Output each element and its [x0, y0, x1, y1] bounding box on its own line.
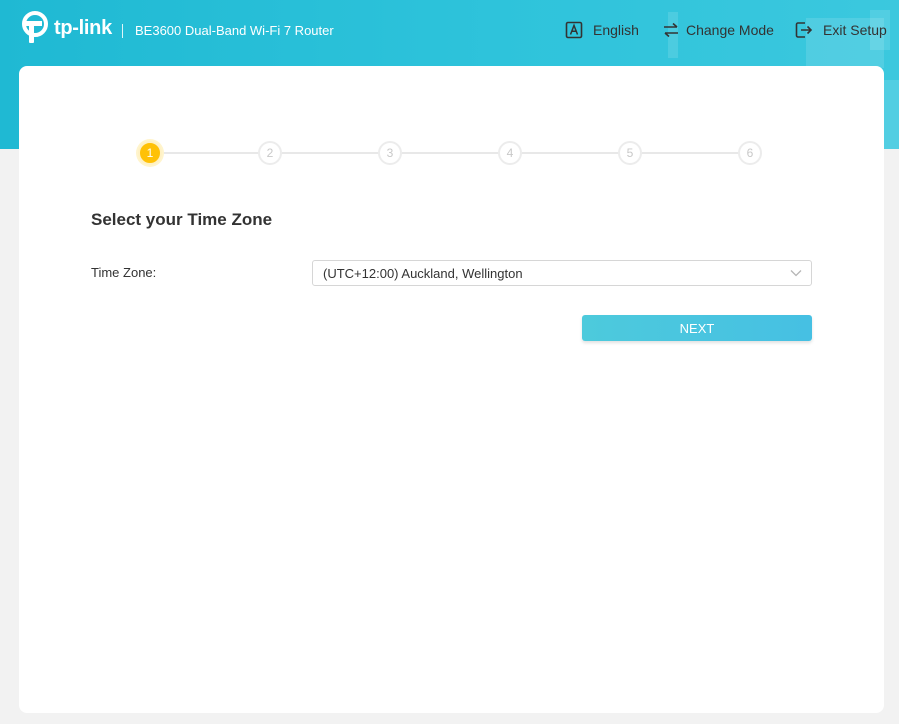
top-header: tp-link BE3600 Dual-Band Wi-Fi 7 Router … [0, 0, 899, 64]
step-6: 6 [738, 141, 762, 165]
exit-icon [795, 22, 813, 38]
step-connector [642, 152, 738, 154]
next-button[interactable]: NEXT [582, 315, 812, 341]
tp-link-logo-icon [22, 11, 48, 43]
language-icon [565, 21, 583, 39]
time-zone-value: (UTC+12:00) Auckland, Wellington [323, 265, 523, 281]
exit-setup-label: Exit Setup [823, 22, 887, 38]
change-mode-button[interactable]: Change Mode [662, 21, 774, 39]
time-zone-label: Time Zone: [91, 265, 157, 280]
exit-setup-button[interactable]: Exit Setup [795, 21, 887, 39]
chevron-down-icon [790, 270, 802, 277]
change-mode-label: Change Mode [686, 22, 774, 38]
language-selector[interactable]: English [565, 21, 639, 39]
section-title: Select your Time Zone [91, 210, 273, 229]
brand-name: tp-link [54, 16, 112, 39]
swap-icon [664, 22, 678, 38]
banner-decoration [884, 80, 899, 149]
step-connector [162, 152, 258, 154]
progress-stepper: 1 2 3 4 5 6 [138, 141, 764, 165]
router-model: BE3600 Dual-Band Wi-Fi 7 Router [135, 23, 334, 38]
language-label: English [593, 22, 639, 38]
step-5: 5 [618, 141, 642, 165]
step-connector [522, 152, 618, 154]
step-2: 2 [258, 141, 282, 165]
step-4: 4 [498, 141, 522, 165]
step-connector [282, 152, 378, 154]
time-zone-select[interactable]: (UTC+12:00) Auckland, Wellington [312, 260, 812, 286]
header-divider [122, 24, 123, 38]
tp-link-logo[interactable]: tp-link [18, 11, 112, 45]
step-connector [402, 152, 498, 154]
step-1: 1 [138, 141, 162, 165]
step-3: 3 [378, 141, 402, 165]
